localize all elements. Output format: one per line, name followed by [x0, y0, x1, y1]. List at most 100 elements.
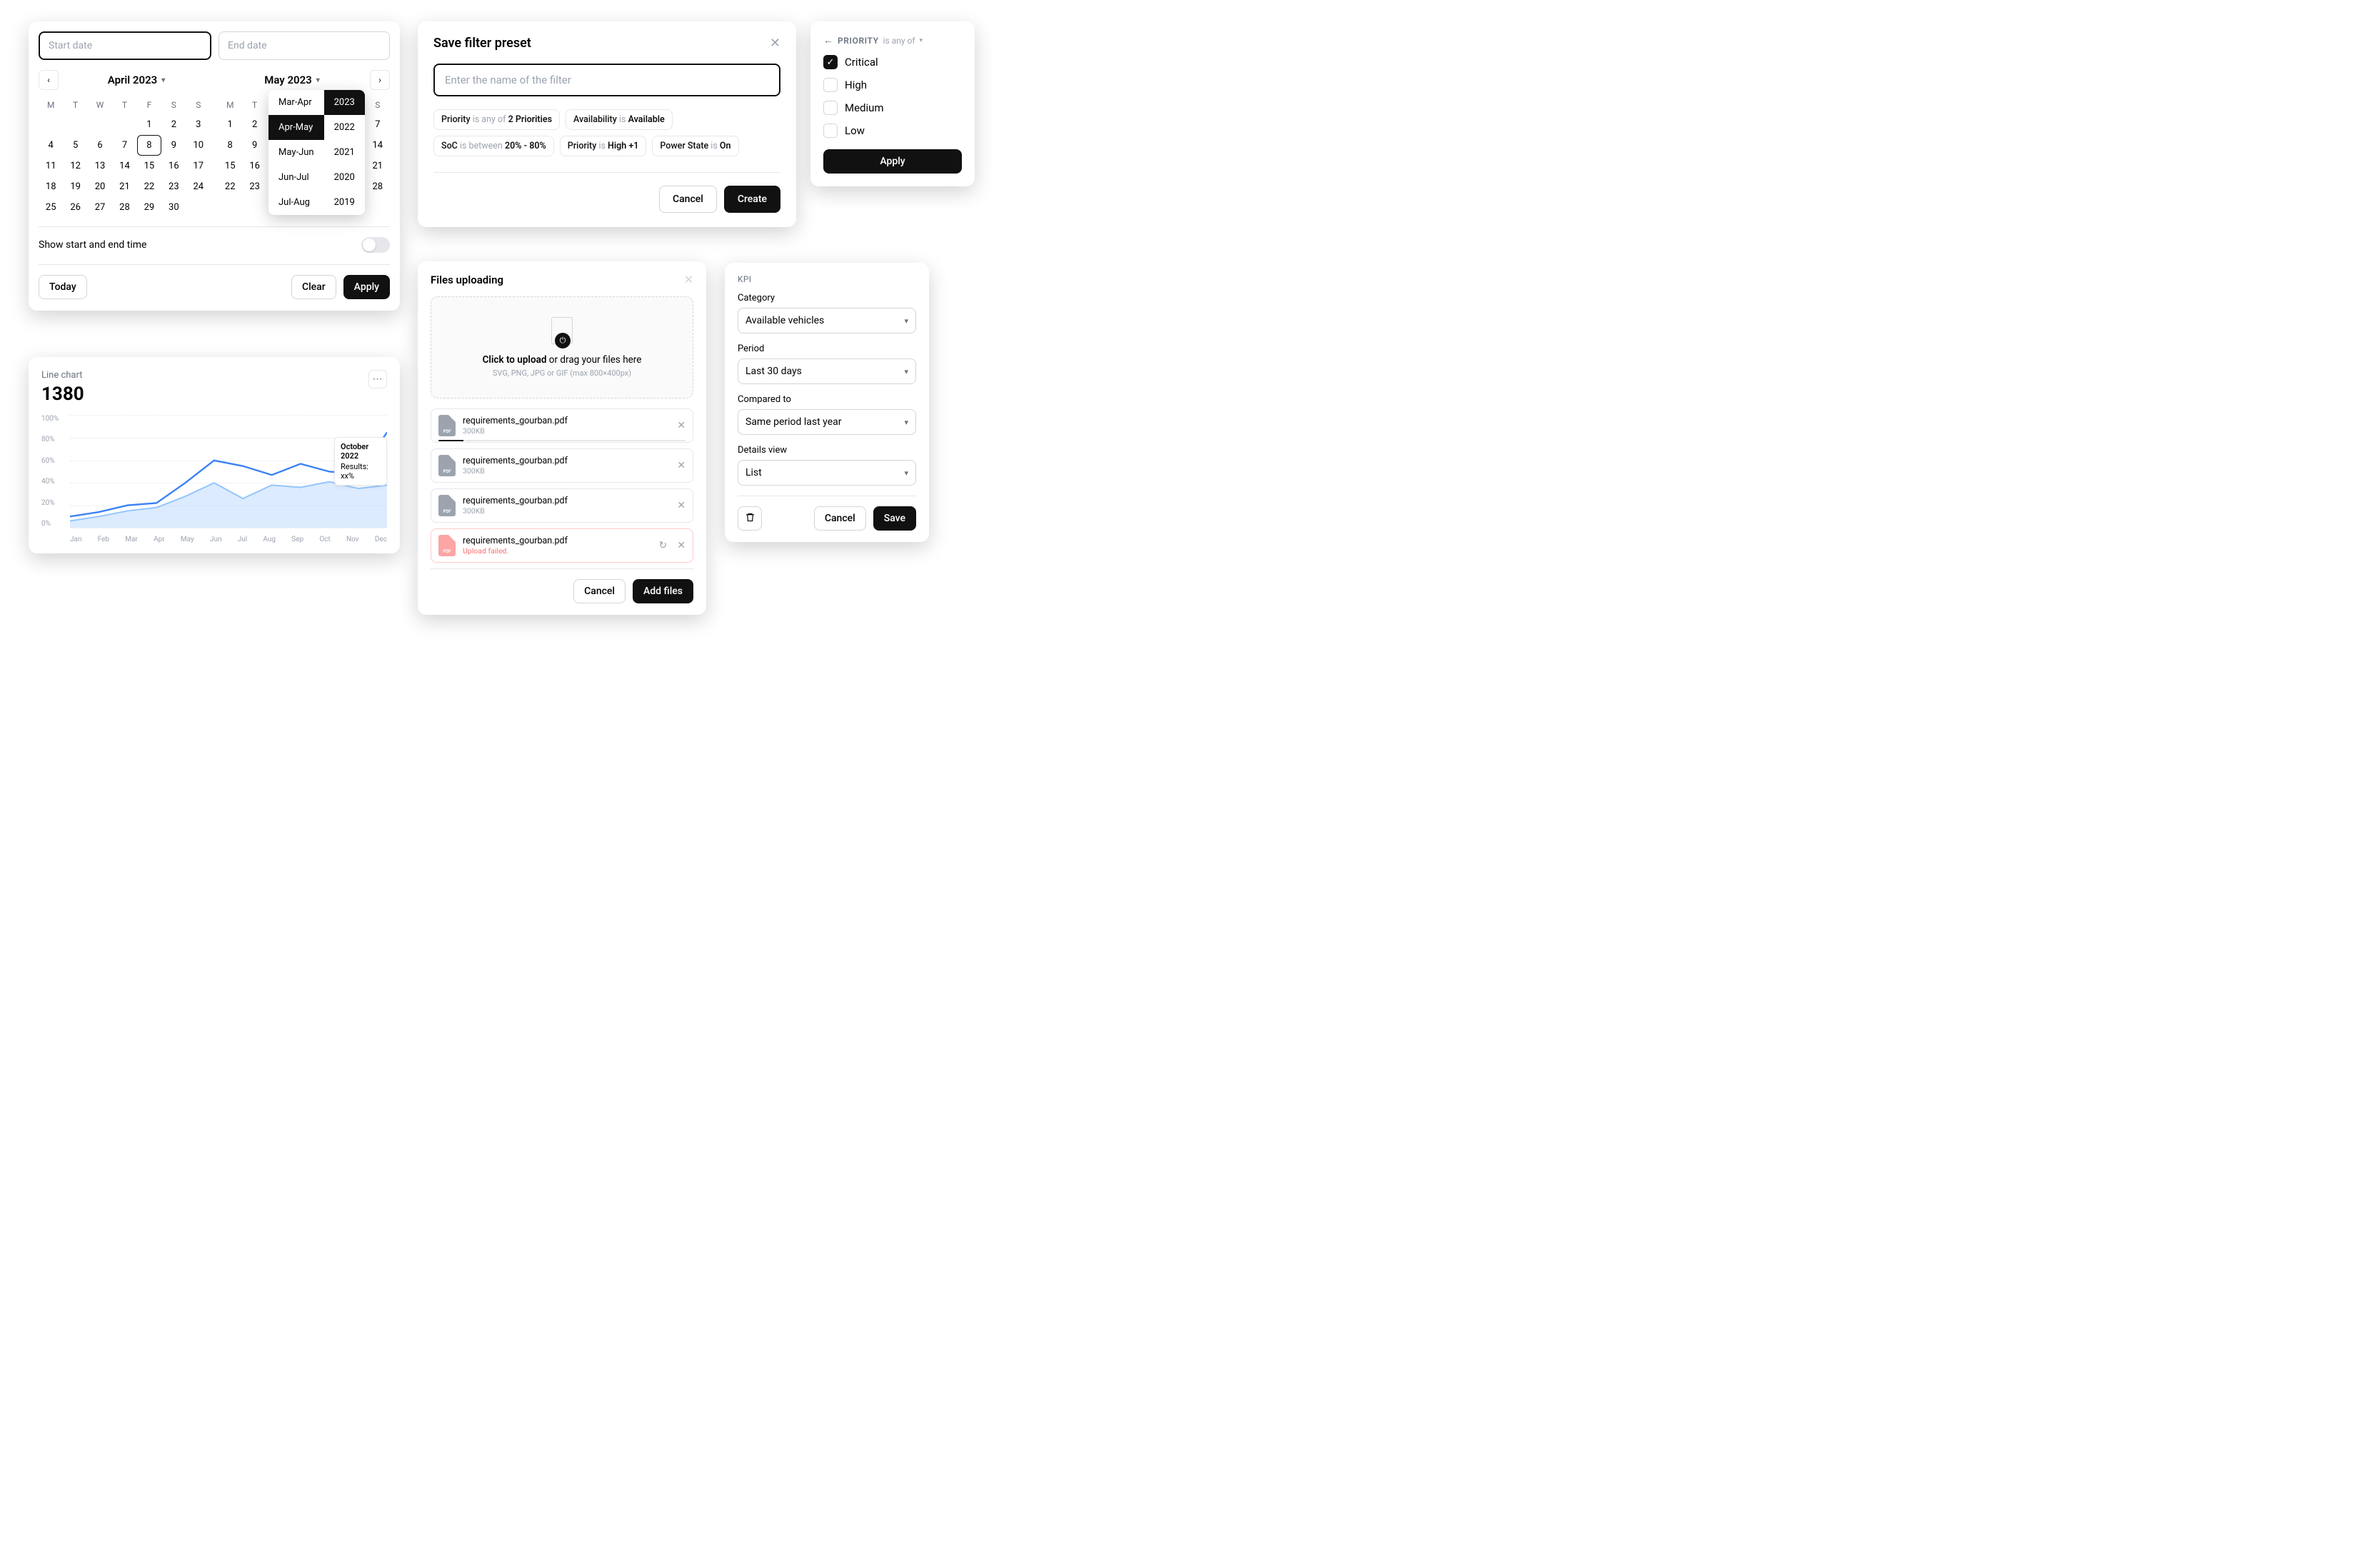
- today-button[interactable]: Today: [39, 275, 87, 299]
- back-button[interactable]: ←: [823, 34, 833, 46]
- apply-button[interactable]: Apply: [823, 149, 962, 174]
- calendar-day[interactable]: 6: [88, 135, 112, 156]
- month-range-option[interactable]: Mar-Apr: [268, 90, 324, 115]
- calendar-day[interactable]: 7: [112, 135, 136, 156]
- calendar-day[interactable]: 1: [137, 114, 161, 135]
- calendar-day[interactable]: 28: [366, 176, 390, 197]
- remove-file-button[interactable]: ✕: [677, 420, 686, 431]
- cancel-button[interactable]: Cancel: [814, 506, 866, 531]
- right-month-selector[interactable]: May 2023 ▾: [214, 74, 370, 86]
- remove-file-button[interactable]: ✕: [677, 460, 686, 471]
- year-option[interactable]: 2019: [324, 190, 365, 215]
- calendar-day[interactable]: 23: [242, 176, 266, 197]
- field-label: Details view: [738, 445, 916, 456]
- select-input[interactable]: Same period last year▾: [738, 409, 916, 435]
- calendar-day[interactable]: 5: [63, 135, 87, 156]
- calendar-day[interactable]: 3: [186, 114, 211, 135]
- filter-chip[interactable]: Availability is Available: [566, 109, 673, 130]
- priority-option[interactable]: Low: [823, 124, 962, 138]
- cancel-button[interactable]: Cancel: [659, 186, 717, 213]
- filter-chip[interactable]: Priority is any of 2 Priorities: [433, 109, 560, 130]
- cancel-button[interactable]: Cancel: [573, 579, 626, 603]
- priority-option[interactable]: Medium: [823, 101, 962, 115]
- select-input[interactable]: List▾: [738, 460, 916, 486]
- priority-option[interactable]: ✓Critical: [823, 55, 962, 69]
- apply-button[interactable]: Apply: [343, 275, 390, 299]
- calendar-day[interactable]: 20: [88, 176, 112, 197]
- save-button[interactable]: Save: [873, 506, 916, 531]
- calendar-day[interactable]: 21: [112, 176, 136, 197]
- calendar-day[interactable]: 9: [161, 135, 186, 156]
- close-button[interactable]: ✕: [684, 273, 693, 286]
- calendar-day[interactable]: 21: [366, 156, 390, 176]
- filter-name-input[interactable]: [433, 64, 780, 96]
- month-range-option[interactable]: Jun-Jul: [268, 165, 324, 190]
- calendar-day[interactable]: 16: [161, 156, 186, 176]
- calendar-day[interactable]: 23: [161, 176, 186, 197]
- add-files-button[interactable]: Add files: [633, 579, 693, 603]
- delete-button[interactable]: [738, 506, 762, 531]
- next-month-button[interactable]: ›: [370, 70, 390, 90]
- show-time-toggle[interactable]: [361, 237, 390, 253]
- left-month-selector[interactable]: April 2023 ▾: [59, 74, 214, 86]
- dropzone[interactable]: ⏻ Click to upload or drag your files her…: [431, 296, 693, 398]
- calendar-day[interactable]: 15: [218, 156, 242, 176]
- month-range-option[interactable]: Apr-May: [268, 115, 324, 140]
- calendar-day[interactable]: 15: [137, 156, 161, 176]
- prev-month-button[interactable]: ‹: [39, 70, 59, 90]
- calendar-day[interactable]: 10: [186, 135, 211, 156]
- remove-file-button[interactable]: ✕: [677, 540, 686, 551]
- calendar-day[interactable]: 19: [63, 176, 87, 197]
- year-option[interactable]: 2021: [324, 140, 365, 165]
- calendar-day[interactable]: 12: [63, 156, 87, 176]
- clear-button[interactable]: Clear: [291, 275, 336, 299]
- month-range-option[interactable]: May-Jun: [268, 140, 324, 165]
- calendar-day[interactable]: 22: [137, 176, 161, 197]
- filter-chip[interactable]: Power State is On: [652, 136, 738, 156]
- select-input[interactable]: Available vehicles▾: [738, 308, 916, 333]
- start-date-input[interactable]: [39, 31, 211, 60]
- calendar-day[interactable]: 18: [39, 176, 63, 197]
- calendar-day[interactable]: 22: [218, 176, 242, 197]
- calendar-day[interactable]: 29: [137, 197, 161, 218]
- month-range-option[interactable]: Jul-Aug: [268, 190, 324, 215]
- calendar-day[interactable]: 24: [186, 176, 211, 197]
- calendar-day[interactable]: 14: [112, 156, 136, 176]
- year-option[interactable]: 2023: [324, 90, 365, 115]
- end-date-input[interactable]: [219, 31, 390, 60]
- calendar-day[interactable]: 11: [39, 156, 63, 176]
- operator-label[interactable]: is any of: [883, 36, 915, 46]
- calendar-day[interactable]: 26: [63, 197, 87, 218]
- calendar-day[interactable]: 8: [218, 135, 242, 156]
- calendar-day[interactable]: 14: [366, 135, 390, 156]
- checkbox[interactable]: ✓: [823, 55, 838, 69]
- checkbox[interactable]: [823, 124, 838, 138]
- remove-file-button[interactable]: ✕: [677, 500, 686, 511]
- create-button[interactable]: Create: [724, 186, 780, 213]
- year-option[interactable]: 2022: [324, 115, 365, 140]
- calendar-day[interactable]: 28: [112, 197, 136, 218]
- calendar-day[interactable]: 9: [242, 135, 266, 156]
- calendar-day[interactable]: 30: [161, 197, 186, 218]
- priority-option[interactable]: High: [823, 78, 962, 92]
- calendar-day[interactable]: 16: [242, 156, 266, 176]
- checkbox[interactable]: [823, 101, 838, 115]
- select-input[interactable]: Last 30 days▾: [738, 358, 916, 384]
- calendar-day[interactable]: 7: [366, 114, 390, 135]
- calendar-day[interactable]: 4: [39, 135, 63, 156]
- calendar-day[interactable]: 8: [137, 135, 161, 156]
- filter-chip[interactable]: SoC is between 20% - 80%: [433, 136, 554, 156]
- calendar-day[interactable]: 1: [218, 114, 242, 135]
- chart-menu-button[interactable]: ⋯: [368, 370, 387, 388]
- filter-chip[interactable]: Priority is High +1: [560, 136, 647, 156]
- calendar-day[interactable]: 27: [88, 197, 112, 218]
- calendar-day[interactable]: 2: [242, 114, 266, 135]
- calendar-day[interactable]: 13: [88, 156, 112, 176]
- calendar-day[interactable]: 25: [39, 197, 63, 218]
- retry-button[interactable]: ↻: [659, 540, 668, 551]
- calendar-day[interactable]: 2: [161, 114, 186, 135]
- calendar-day[interactable]: 17: [186, 156, 211, 176]
- checkbox[interactable]: [823, 78, 838, 92]
- close-button[interactable]: ✕: [770, 36, 780, 51]
- year-option[interactable]: 2020: [324, 165, 365, 190]
